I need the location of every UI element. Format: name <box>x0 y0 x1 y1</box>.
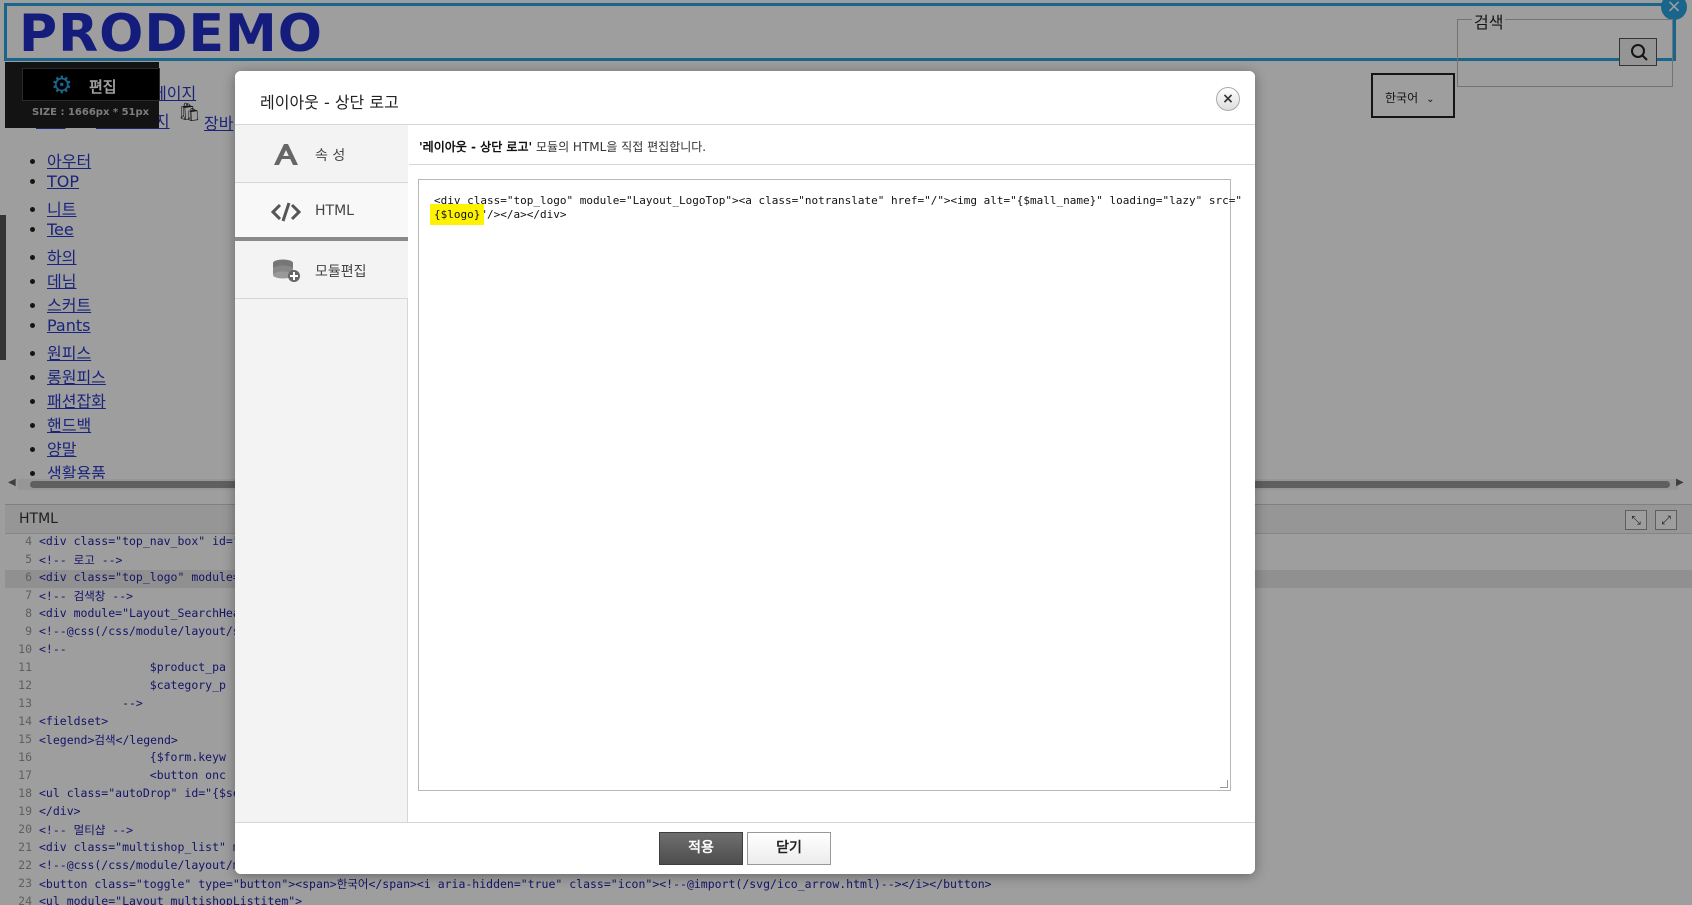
apply-button[interactable]: 적용 <box>659 832 743 865</box>
tab-label: 모듈편집 <box>315 264 367 280</box>
code-icon <box>270 199 302 225</box>
dialog-description: '레이아웃 - 상단 로고' 모듈의 HTML을 직접 편집합니다. <box>419 140 707 154</box>
close-icon[interactable]: × <box>1216 87 1240 111</box>
tab-attributes[interactable]: 속 성 <box>235 125 408 183</box>
module-edit-icon <box>271 257 301 283</box>
dialog-title: 레이아웃 - 상단 로고 <box>260 93 399 112</box>
dialog-footer: 적용 닫기 <box>235 822 1255 874</box>
tab-module-edit[interactable]: 모듈편집 <box>235 241 408 299</box>
html-editor-textarea[interactable]: <div class="top_logo" module="Layout_Log… <box>418 179 1242 791</box>
close-button[interactable]: 닫기 <box>747 832 831 865</box>
attribute-icon <box>271 141 301 167</box>
module-html-edit-dialog: 레이아웃 - 상단 로고 × 속 성 HTML 모듈편집 '레이아웃 - 상단 … <box>235 71 1255 874</box>
dialog-side-nav: 속 성 HTML 모듈편집 <box>235 125 408 822</box>
tab-html[interactable]: HTML <box>235 183 408 241</box>
dialog-header: 레이아웃 - 상단 로고 × <box>235 71 1255 125</box>
dialog-description-bar: '레이아웃 - 상단 로고' 모듈의 HTML을 직접 편집합니다. <box>409 125 1255 165</box>
editor-content[interactable]: <div class="top_logo" module="Layout_Log… <box>429 194 1242 225</box>
highlighted-token: {$logo} <box>429 204 485 225</box>
tab-label: HTML <box>315 203 354 219</box>
resize-handle-icon[interactable] <box>1220 780 1228 788</box>
tab-label: 속 성 <box>315 148 346 164</box>
